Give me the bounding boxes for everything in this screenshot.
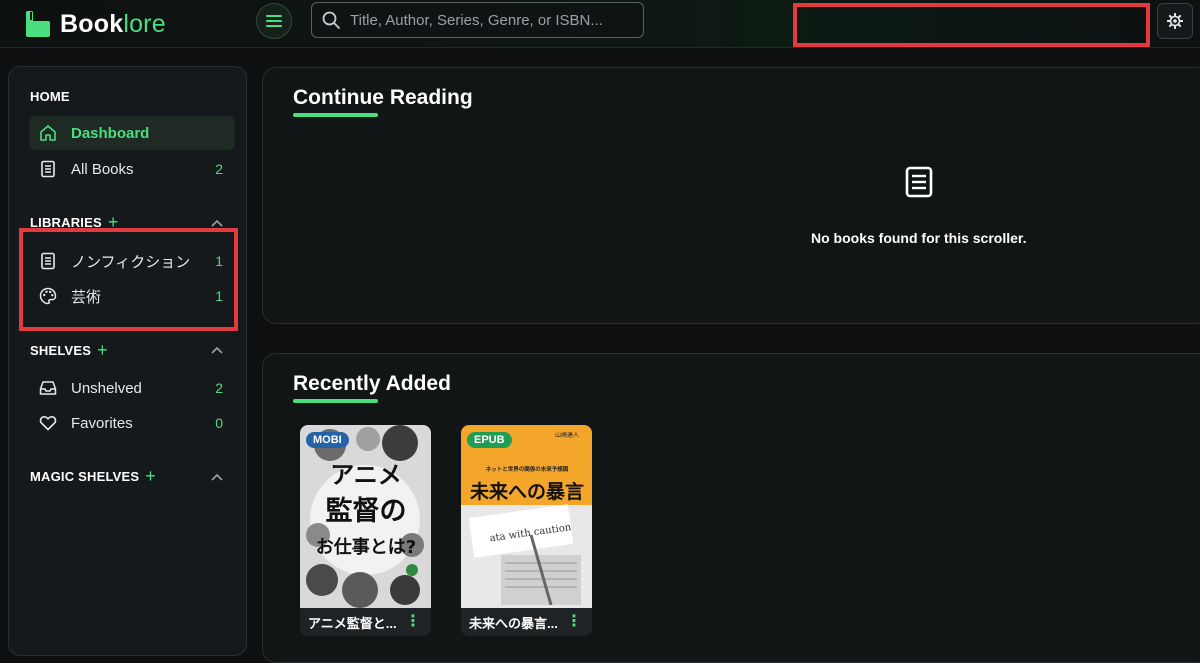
section-magic-shelves-heading: MAGIC SHELVES + [30, 466, 156, 486]
empty-message: No books found for this scroller. [811, 230, 1027, 246]
book-footer: 未来への暴言... ⋮ [461, 608, 592, 636]
sidebar: HOME Dashboard All Books 2 LIBRARIES + ノ… [8, 66, 247, 656]
item-count: 2 [215, 161, 223, 177]
highlight-box-libraries [19, 228, 238, 331]
sidebar-item-label: Favorites [71, 414, 133, 432]
booklore-logo-icon [26, 11, 50, 37]
cover-text: 山崎達人 [555, 431, 579, 439]
book-cover: アニメ 監督の お仕事とは? [300, 425, 431, 608]
cover-text: 監督の [326, 496, 407, 527]
book-icon [905, 166, 933, 198]
chevron-up-icon[interactable] [210, 218, 224, 228]
search-box[interactable] [311, 2, 644, 38]
inbox-icon [39, 379, 57, 397]
add-magic-shelf-button[interactable]: + [145, 467, 156, 485]
app-name: Booklore [60, 9, 166, 38]
sidebar-item-unshelved[interactable]: Unshelved 2 [29, 371, 235, 405]
search-input[interactable] [350, 11, 643, 29]
app-logo[interactable]: Booklore [24, 6, 166, 42]
cover-text: お仕事とは? [316, 536, 416, 558]
book-icon [39, 160, 57, 178]
book-cover: 山崎達人 ネットと世界の関係の未来予想図 未来への暴言 ata with cau… [461, 425, 592, 608]
recently-added-panel: Recently Added アニメ 監督の お仕事とは? MOBI アニメ監督… [262, 353, 1200, 663]
book-title[interactable]: 未来への暴言... [469, 613, 565, 632]
sidebar-item-label: All Books [71, 160, 134, 178]
gear-icon [1167, 13, 1183, 29]
sidebar-item-dashboard[interactable]: Dashboard [29, 116, 235, 150]
heart-icon [39, 414, 57, 432]
item-count: 2 [215, 380, 223, 396]
settings-button[interactable] [1157, 3, 1193, 39]
format-badge: MOBI [306, 432, 349, 448]
title-underline [293, 399, 378, 403]
home-icon [39, 124, 57, 142]
more-options-icon[interactable]: ⋮ [566, 614, 582, 630]
section-home-heading: HOME [30, 89, 70, 104]
book-card[interactable]: 山崎達人 ネットと世界の関係の未来予想図 未来への暴言 ata with cau… [461, 425, 592, 636]
chevron-up-icon[interactable] [210, 472, 224, 482]
chevron-up-icon[interactable] [210, 345, 224, 355]
recently-added-title: Recently Added [293, 372, 451, 395]
hamburger-icon [266, 15, 282, 27]
highlight-box-topbar [793, 3, 1150, 47]
format-badge: EPUB [467, 432, 512, 448]
cover-text: ネットと世界の関係の未来予想図 [486, 465, 569, 473]
sidebar-item-favorites[interactable]: Favorites 0 [29, 406, 235, 440]
cover-text: 未来への暴言 [469, 480, 584, 503]
add-shelf-button[interactable]: + [97, 341, 108, 359]
book-footer: アニメ監督と... ⋮ [300, 608, 431, 636]
more-options-icon[interactable]: ⋮ [405, 614, 421, 630]
continue-reading-panel: Continue Reading No books found for this… [262, 67, 1200, 324]
sidebar-item-label: Unshelved [71, 379, 142, 397]
book-card[interactable]: アニメ 監督の お仕事とは? MOBI アニメ監督と... ⋮ [300, 425, 431, 636]
section-shelves-heading: SHELVES + [30, 340, 108, 360]
continue-reading-title: Continue Reading [293, 86, 473, 109]
sidebar-item-all-books[interactable]: All Books 2 [29, 152, 235, 186]
sidebar-item-label: Dashboard [71, 124, 150, 142]
book-title[interactable]: アニメ監督と... [308, 613, 404, 632]
top-bar: Booklore [0, 0, 1200, 48]
cover-text: アニメ [330, 461, 402, 489]
menu-toggle-button[interactable] [256, 3, 292, 39]
search-icon [322, 11, 340, 29]
title-underline [293, 113, 378, 117]
item-count: 0 [215, 415, 223, 431]
